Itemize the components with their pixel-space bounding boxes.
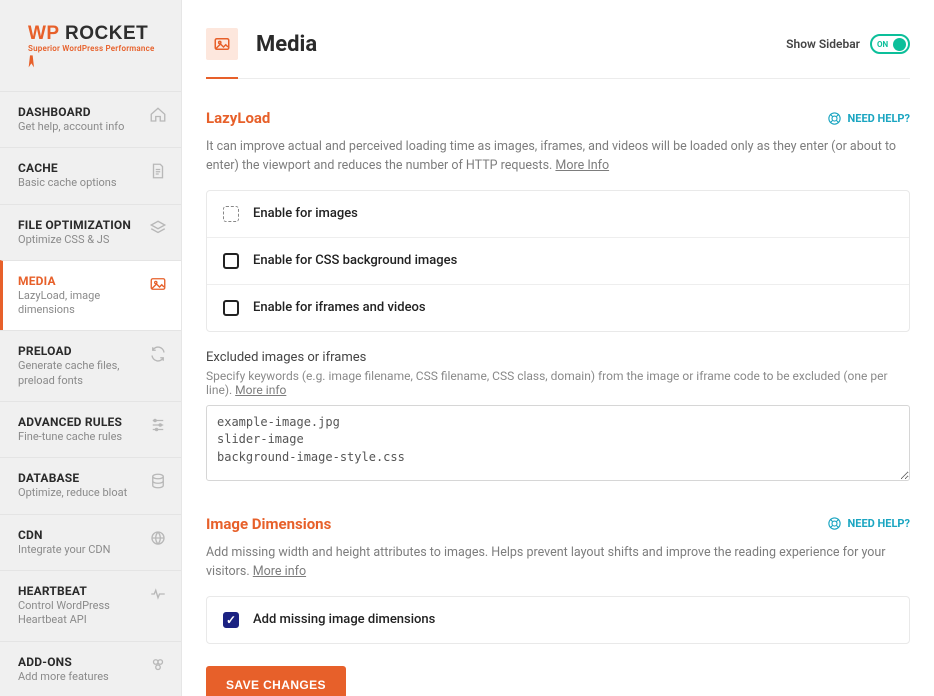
sidebar: WP ROCKET Superior WordPress Performance…	[0, 0, 182, 696]
brand-logo: WP ROCKET Superior WordPress Performance	[0, 0, 181, 91]
sidebar-item-advanced-rules[interactable]: ADVANCED RULES Fine-tune cache rules	[0, 401, 181, 457]
nav-title: ADVANCED RULES	[18, 415, 149, 429]
sidebar-item-file-optimization[interactable]: FILE OPTIMIZATION Optimize CSS & JS	[0, 204, 181, 260]
save-changes-button[interactable]: SAVE CHANGES	[206, 666, 346, 696]
nav-title: CDN	[18, 528, 149, 542]
nav-desc: Fine-tune cache rules	[18, 430, 149, 444]
enable-for-images-option[interactable]: Enable for images	[207, 191, 909, 238]
layers-icon	[149, 219, 167, 237]
page-header: Media Show Sidebar ON	[206, 28, 910, 79]
logo-rocket: ROCKET	[59, 23, 148, 44]
nav-title: MEDIA	[18, 274, 149, 288]
nav-title: PRELOAD	[18, 344, 149, 358]
nav-desc: Basic cache options	[18, 176, 149, 190]
more-info-link[interactable]: More Info	[555, 158, 609, 173]
nav-title: DASHBOARD	[18, 105, 149, 119]
checkbox-checked[interactable]	[223, 612, 239, 628]
option-label: Enable for images	[253, 206, 358, 221]
database-icon	[149, 472, 167, 490]
nav-desc: LazyLoad, image dimensions	[18, 289, 149, 318]
toggle-state: ON	[877, 40, 888, 49]
rocket-icon	[26, 55, 42, 69]
refresh-icon	[149, 345, 167, 363]
excluded-textarea[interactable]	[206, 405, 910, 481]
sidebar-item-media[interactable]: MEDIA LazyLoad, image dimensions	[0, 260, 181, 331]
image-icon	[213, 35, 231, 53]
excluded-title: Excluded images or iframes	[206, 350, 910, 365]
page-icon	[206, 28, 238, 60]
lifebuoy-icon	[827, 111, 842, 126]
excluded-hint: Specify keywords (e.g. image filename, C…	[206, 369, 910, 397]
lazyload-options-panel: Enable for images Enable for CSS backgro…	[206, 190, 910, 332]
page-title: Media	[256, 32, 786, 57]
enable-css-background-images-option[interactable]: Enable for CSS background images	[207, 238, 909, 285]
option-label: Enable for iframes and videos	[253, 300, 426, 315]
option-label: Enable for CSS background images	[253, 253, 457, 268]
nav-desc: Optimize CSS & JS	[18, 233, 149, 247]
logo-tagline: Superior WordPress Performance	[28, 44, 163, 53]
show-sidebar-control: Show Sidebar ON	[786, 34, 910, 54]
add-missing-image-dimensions-option[interactable]: Add missing image dimensions	[207, 597, 909, 643]
image-dimensions-section: Image Dimensions NEED HELP? Add missing …	[206, 515, 910, 644]
more-info-link[interactable]: More info	[235, 383, 286, 397]
lifebuoy-icon	[827, 516, 842, 531]
nav-desc: Control WordPress Heartbeat API	[18, 599, 149, 628]
sidebar-nav: DASHBOARD Get help, account info CACHE B…	[0, 91, 181, 696]
option-label: Add missing image dimensions	[253, 612, 435, 627]
sidebar-item-database[interactable]: DATABASE Optimize, reduce bloat	[0, 457, 181, 513]
image-dimensions-panel: Add missing image dimensions	[206, 596, 910, 644]
sidebar-item-cache[interactable]: CACHE Basic cache options	[0, 147, 181, 203]
sidebar-item-addons[interactable]: ADD-ONS Add more features	[0, 641, 181, 696]
sidebar-item-cdn[interactable]: CDN Integrate your CDN	[0, 514, 181, 570]
nav-title: ADD-ONS	[18, 655, 149, 669]
nav-desc: Add more features	[18, 670, 149, 684]
nav-desc: Integrate your CDN	[18, 543, 149, 557]
addons-icon	[149, 656, 167, 674]
enable-iframes-videos-option[interactable]: Enable for iframes and videos	[207, 285, 909, 331]
nav-desc: Optimize, reduce bloat	[18, 486, 149, 500]
nav-title: FILE OPTIMIZATION	[18, 218, 149, 232]
sidebar-item-dashboard[interactable]: DASHBOARD Get help, account info	[0, 91, 181, 147]
more-info-link[interactable]: More info	[253, 564, 306, 579]
need-help-label: NEED HELP?	[848, 112, 911, 125]
image-icon	[149, 275, 167, 293]
sliders-icon	[149, 416, 167, 434]
logo-wp: WP	[28, 23, 59, 44]
globe-icon	[149, 529, 167, 547]
lazyload-description: It can improve actual and perceived load…	[206, 137, 910, 176]
lazyload-section: LazyLoad NEED HELP? It can improve actua…	[206, 109, 910, 485]
checkbox-unchecked[interactable]	[223, 300, 239, 316]
heartbeat-icon	[149, 585, 167, 603]
sidebar-item-preload[interactable]: PRELOAD Generate cache files, preload fo…	[0, 330, 181, 401]
show-sidebar-toggle[interactable]: ON	[870, 34, 910, 54]
need-help-link[interactable]: NEED HELP?	[827, 111, 911, 126]
home-icon	[149, 106, 167, 124]
excluded-block: Excluded images or iframes Specify keywo…	[206, 350, 910, 485]
need-help-label: NEED HELP?	[848, 517, 911, 530]
toggle-knob	[893, 38, 906, 51]
image-dimensions-title: Image Dimensions	[206, 515, 827, 533]
nav-title: HEARTBEAT	[18, 584, 149, 598]
lazyload-title: LazyLoad	[206, 109, 827, 127]
file-icon	[149, 162, 167, 180]
nav-title: DATABASE	[18, 471, 149, 485]
nav-desc: Generate cache files, preload fonts	[18, 359, 149, 388]
image-dimensions-description: Add missing width and height attributes …	[206, 543, 910, 582]
show-sidebar-label: Show Sidebar	[786, 37, 860, 51]
checkbox-unchecked[interactable]	[223, 253, 239, 269]
nav-title: CACHE	[18, 161, 149, 175]
sidebar-item-heartbeat[interactable]: HEARTBEAT Control WordPress Heartbeat AP…	[0, 570, 181, 641]
main-content: Media Show Sidebar ON LazyLoad NEED HELP…	[182, 0, 934, 696]
checkbox-indeterminate[interactable]	[223, 206, 239, 222]
nav-desc: Get help, account info	[18, 120, 149, 134]
need-help-link[interactable]: NEED HELP?	[827, 516, 911, 531]
